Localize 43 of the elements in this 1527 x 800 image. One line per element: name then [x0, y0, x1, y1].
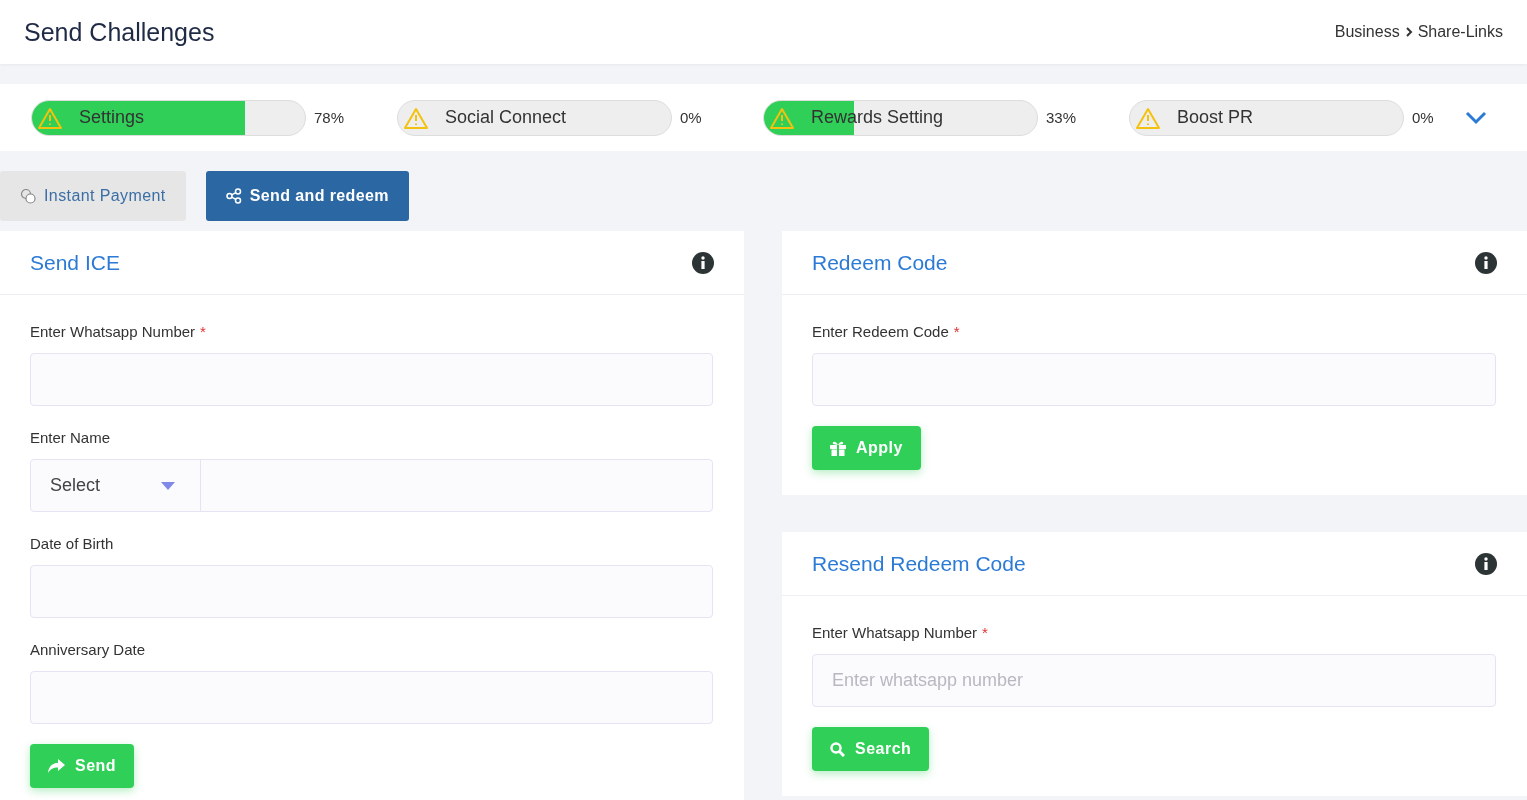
input-field[interactable]: Enter whatsapp number: [812, 654, 1496, 707]
progress-bar[interactable]: Settings: [31, 99, 306, 136]
progress-percent: 0%: [1412, 109, 1434, 126]
field-label: Enter Whatsapp Number: [30, 322, 196, 340]
required-mark: *: [982, 623, 988, 641]
warning-icon: [404, 106, 428, 129]
progress-bar[interactable]: Social Connect: [397, 99, 672, 136]
panel-title: Redeem Code: [812, 250, 948, 275]
progress-bar[interactable]: Boost PR: [1129, 99, 1404, 136]
breadcrumb-link[interactable]: Share-Links: [1417, 23, 1503, 41]
warning-icon: [1136, 106, 1160, 129]
coins-icon: [20, 188, 36, 204]
field-label: Enter Whatsapp Number: [812, 623, 978, 641]
gift-icon: [830, 440, 846, 456]
share-icon: [225, 188, 242, 204]
field-label: Enter Name: [30, 428, 111, 446]
input-field[interactable]: [30, 565, 713, 618]
field-label: Enter Redeem Code: [812, 322, 949, 340]
field-label: Date of Birth: [30, 534, 114, 552]
tab[interactable]: Send and redeem: [205, 171, 409, 221]
required-mark: *: [200, 322, 206, 340]
info-icon[interactable]: [1475, 552, 1497, 575]
input-field[interactable]: [30, 671, 713, 724]
info-icon[interactable]: [692, 251, 714, 274]
input-field[interactable]: [30, 353, 713, 406]
search-icon: [830, 741, 845, 757]
chevron-down-icon[interactable]: [1465, 110, 1487, 125]
info-icon[interactable]: [1475, 251, 1497, 274]
warning-icon: [770, 106, 794, 129]
tab[interactable]: Instant Payment: [0, 171, 186, 221]
page-title: Send Challenges: [24, 17, 215, 47]
input-field[interactable]: [812, 353, 1496, 406]
panel-title: Resend Redeem Code: [812, 551, 1026, 576]
breadcrumb-link[interactable]: Business: [1334, 23, 1400, 41]
progress-percent: 33%: [1046, 109, 1077, 126]
progress-percent: 0%: [680, 109, 702, 126]
share-arrow-icon: [48, 759, 65, 773]
required-mark: *: [953, 322, 960, 340]
field-label: Anniversary Date: [30, 640, 146, 658]
progress-percent: 78%: [314, 109, 345, 126]
chevron-icon: [1404, 27, 1413, 37]
warning-icon: [38, 106, 62, 129]
panel-title: Send ICE: [30, 250, 120, 275]
